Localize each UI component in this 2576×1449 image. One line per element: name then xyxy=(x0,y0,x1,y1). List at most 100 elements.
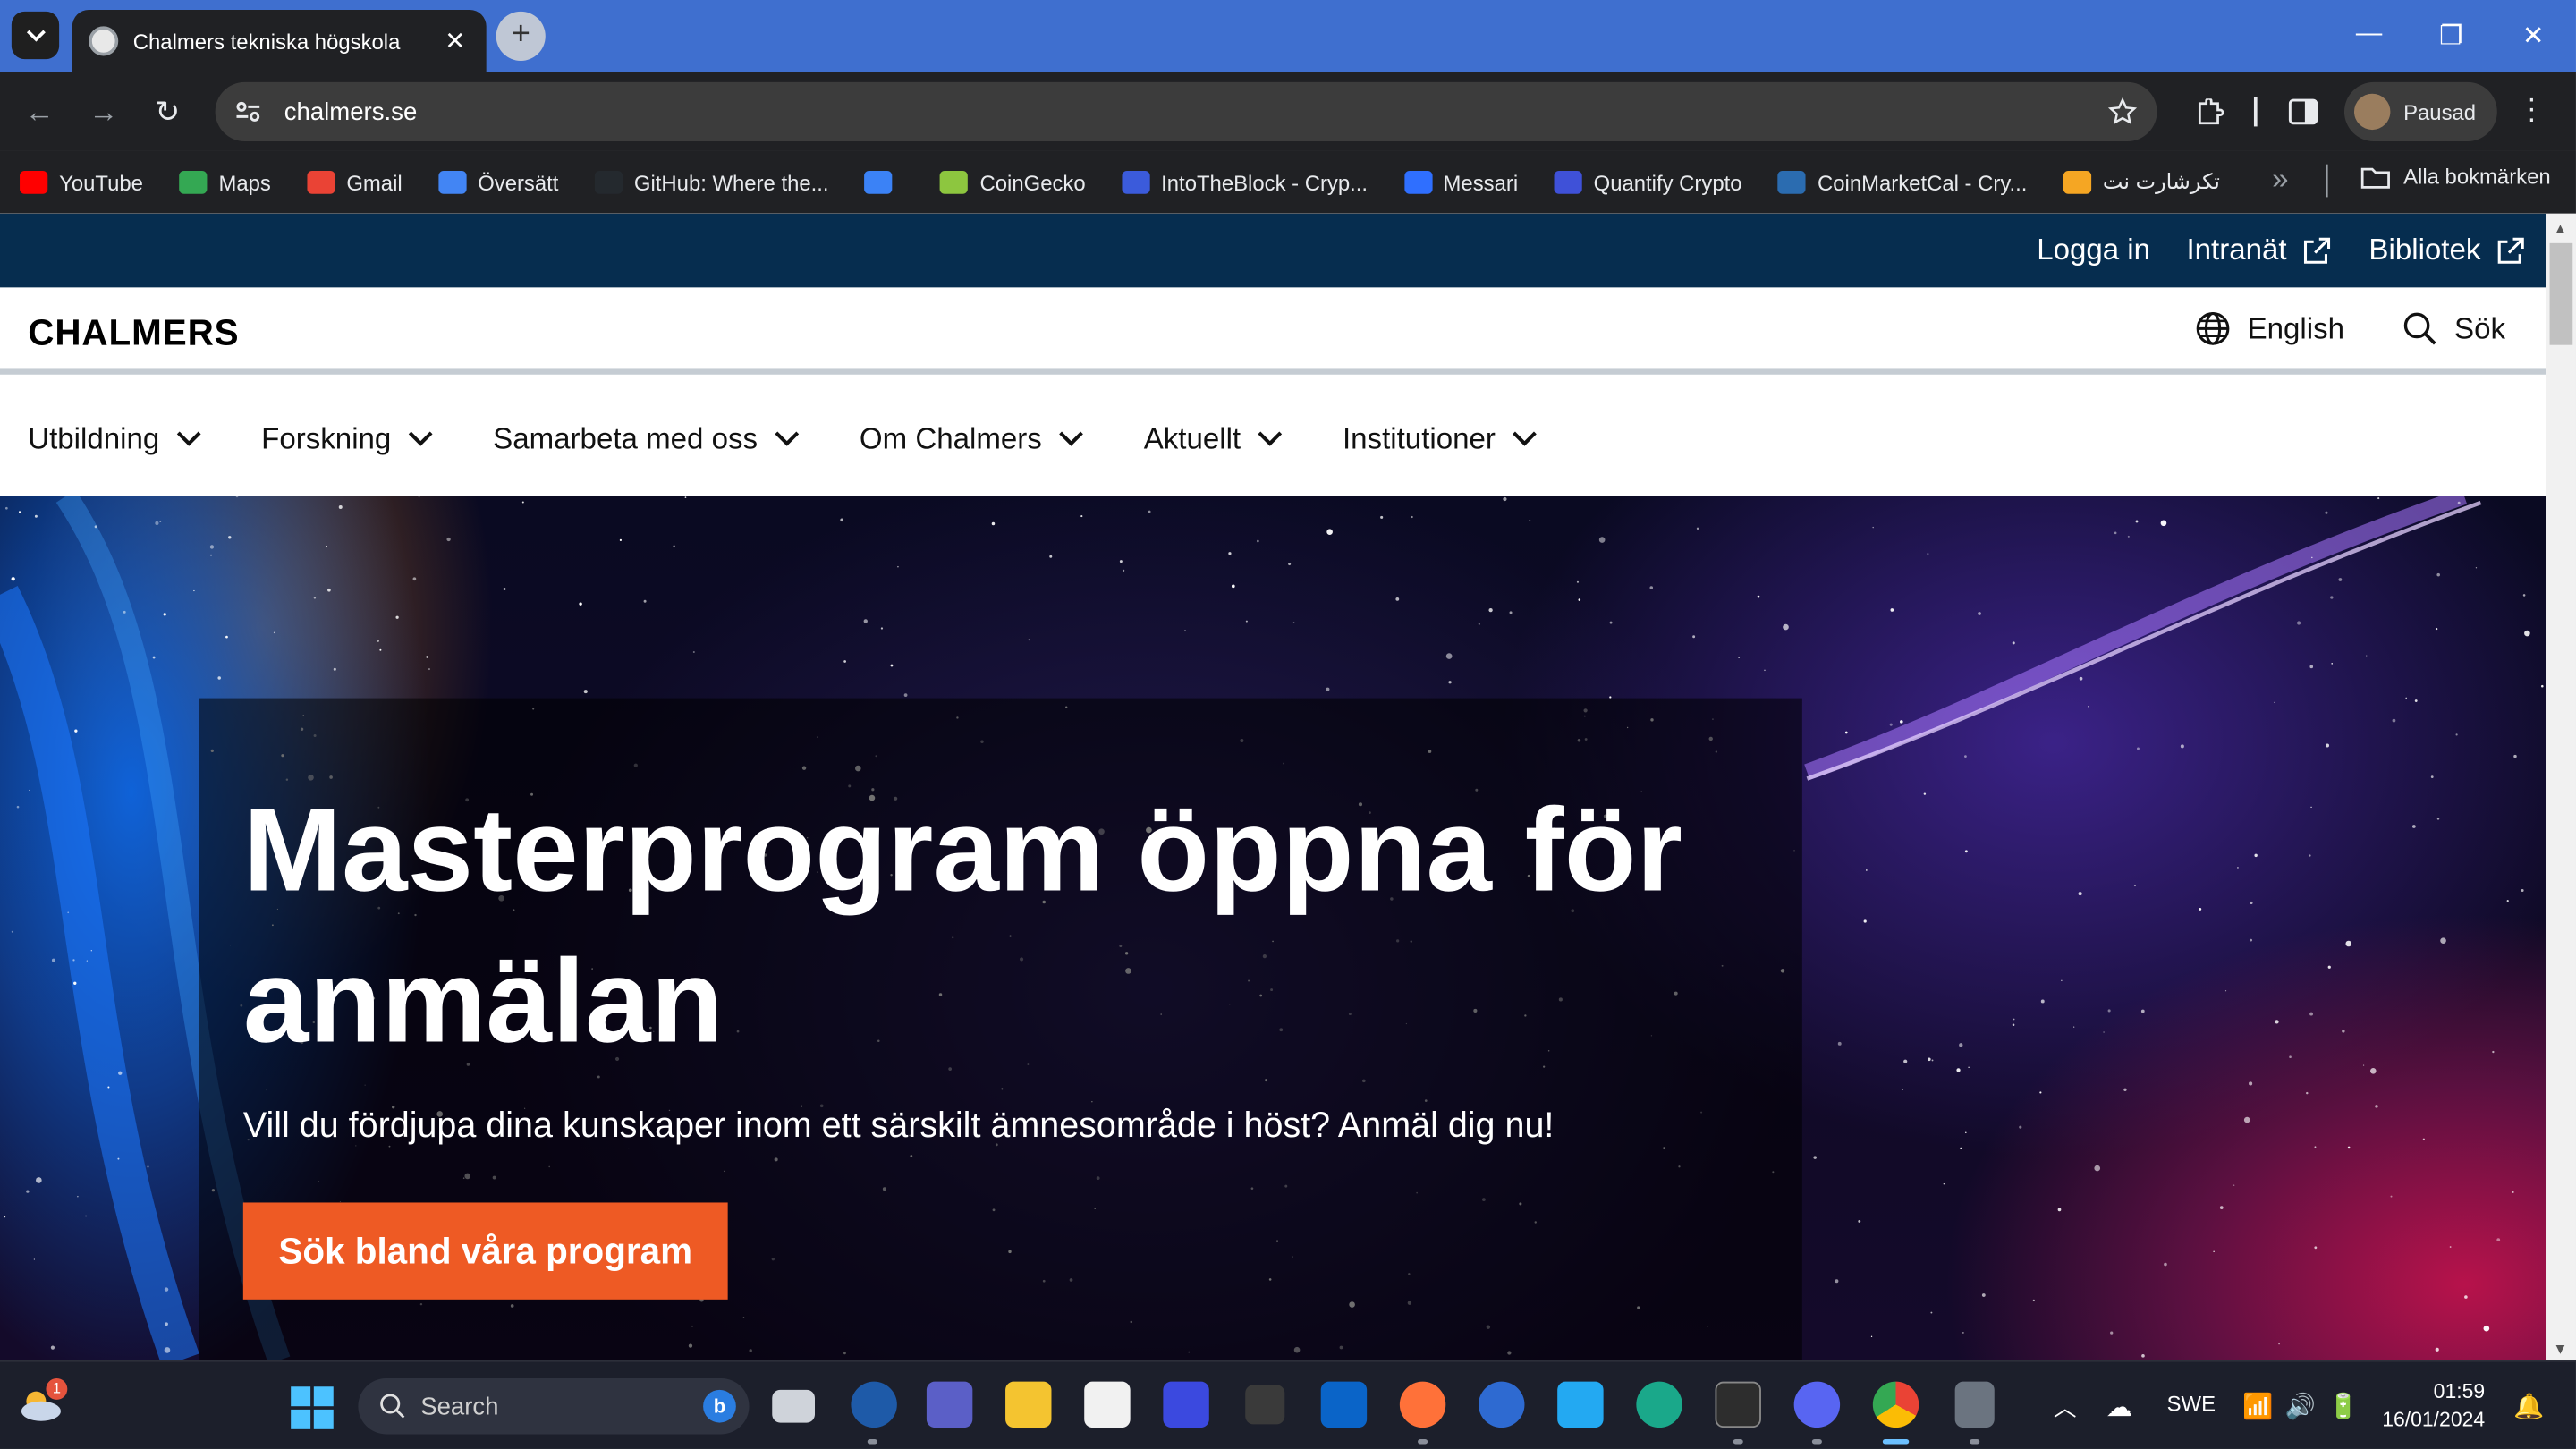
tab-strip: Chalmers tekniska högskola ✕ + — ❐ ✕ xyxy=(0,0,2576,72)
star xyxy=(583,690,588,694)
reload-icon[interactable]: ↻ xyxy=(149,96,185,131)
bookmark-item[interactable]: GitHub: Where the... xyxy=(594,170,829,195)
running-indicator xyxy=(1970,1438,1980,1445)
star xyxy=(1764,669,1766,672)
menu-item-label: Forskning xyxy=(261,421,392,454)
notification-bell-icon[interactable]: 🔔 xyxy=(2513,1392,2544,1421)
volume-icon[interactable]: 🔊 xyxy=(2285,1392,2316,1421)
menu-item[interactable]: Om Chalmers xyxy=(860,421,1085,456)
bookmark-label: GitHub: Where the... xyxy=(633,170,829,195)
menu-item[interactable]: Aktuellt xyxy=(1144,421,1284,456)
tab-search-button[interactable] xyxy=(11,11,60,60)
vscode-icon[interactable] xyxy=(1557,1381,1604,1428)
task-view-icon[interactable] xyxy=(772,1389,816,1423)
star xyxy=(2019,1125,2022,1129)
outlook-icon[interactable] xyxy=(1320,1381,1368,1428)
microsoft-store-icon[interactable] xyxy=(1084,1381,1131,1428)
tray-overflow-icon[interactable]: ︿ xyxy=(2054,1392,2077,1425)
bookmark-item[interactable]: Maps xyxy=(179,170,271,195)
search-programs-button[interactable]: Sök bland våra program xyxy=(242,1202,728,1300)
active-tab[interactable]: Chalmers tekniska högskola ✕ xyxy=(72,10,487,72)
firefox-icon[interactable] xyxy=(1399,1381,1446,1428)
bookmark-item[interactable]: CoinGecko xyxy=(940,170,1086,195)
calculator-icon[interactable] xyxy=(1954,1381,1995,1428)
star xyxy=(1870,1335,1873,1338)
menu-item[interactable]: Forskning xyxy=(261,421,434,456)
discord-icon[interactable] xyxy=(1793,1381,1841,1428)
extensions-icon[interactable] xyxy=(2195,98,2224,125)
bookmark-item[interactable]: Messari xyxy=(1403,170,1518,195)
menu-item[interactable]: Institutioner xyxy=(1343,421,1538,456)
intranet-link[interactable]: Intranät xyxy=(2186,233,2333,268)
teams-icon[interactable] xyxy=(926,1381,973,1428)
more-bookmarks-icon[interactable]: » xyxy=(2272,163,2288,198)
terminal-icon[interactable] xyxy=(1715,1381,1761,1428)
close-window-icon[interactable]: ✕ xyxy=(2517,20,2550,53)
profile-button[interactable]: Pausad xyxy=(2343,81,2497,141)
restore-icon[interactable]: ❐ xyxy=(2435,20,2468,53)
login-link[interactable]: Logga in xyxy=(2037,233,2150,268)
star xyxy=(2483,1325,2490,1332)
bookmark-item[interactable]: IntoTheBlock - Cryp... xyxy=(1122,170,1368,195)
linear-app-icon[interactable] xyxy=(1163,1381,1209,1428)
chalmers-app-icon[interactable] xyxy=(851,1381,897,1428)
forward-icon[interactable]: → xyxy=(86,96,122,131)
star xyxy=(1080,515,1083,518)
language-indicator[interactable]: SWE xyxy=(2167,1392,2216,1417)
thunderbird-icon[interactable] xyxy=(1479,1381,1525,1428)
scroll-up-icon[interactable]: ▲ xyxy=(2553,220,2567,236)
star xyxy=(2160,520,2167,527)
star xyxy=(235,496,239,498)
system-clock[interactable]: 01:59 16/01/2024 xyxy=(2382,1378,2485,1434)
edge-icon[interactable] xyxy=(1636,1381,1682,1428)
menu-item[interactable]: Utbildning xyxy=(28,421,202,456)
star xyxy=(897,565,899,568)
bookmark-item[interactable]: CoinMarketCal - Cry... xyxy=(1777,170,2027,195)
star xyxy=(1122,569,1125,572)
scrollbar-thumb[interactable] xyxy=(2549,242,2573,345)
file-explorer-icon[interactable] xyxy=(1005,1381,1052,1428)
url-text[interactable]: chalmers.se xyxy=(284,97,2108,125)
star xyxy=(165,1322,168,1326)
b-app-icon[interactable] xyxy=(1245,1385,1285,1425)
bookmark-item[interactable]: YouTube xyxy=(20,170,143,195)
star xyxy=(2392,718,2396,723)
star xyxy=(2274,701,2275,703)
new-tab-button[interactable]: + xyxy=(496,11,546,61)
address-bar[interactable]: chalmers.se xyxy=(215,81,2157,141)
windows-start-icon[interactable] xyxy=(291,1386,334,1429)
site-settings-icon[interactable] xyxy=(235,100,261,123)
minimize-icon[interactable]: — xyxy=(2352,20,2385,49)
star xyxy=(228,536,232,539)
star xyxy=(2250,901,2253,904)
bookmark-item[interactable]: Quantify Crypto xyxy=(1554,170,1742,195)
close-tab-icon[interactable]: ✕ xyxy=(440,26,470,55)
weather-widget[interactable]: 1 xyxy=(16,1377,68,1425)
scrollbar[interactable]: ▲ ▼ xyxy=(2546,213,2576,1360)
menu-kebab-icon[interactable]: · · · xyxy=(2527,84,2537,133)
back-icon[interactable]: ← xyxy=(21,96,57,131)
chrome-icon[interactable] xyxy=(1872,1381,1919,1428)
bookmark-item[interactable]: تكرشارت نت xyxy=(2063,169,2220,195)
onedrive-icon[interactable]: ☁ xyxy=(2106,1392,2132,1425)
menu-item[interactable]: Samarbeta med oss xyxy=(493,421,801,456)
bing-icon[interactable]: b xyxy=(703,1389,736,1423)
bookmark-label: Maps xyxy=(218,170,271,195)
wifi-icon[interactable]: 📶 xyxy=(2242,1392,2273,1421)
chalmers-logo[interactable]: CHALMERS xyxy=(28,312,239,355)
bookmark-item[interactable] xyxy=(864,171,904,194)
side-panel-icon[interactable] xyxy=(2288,98,2318,125)
language-switch[interactable]: English xyxy=(2195,310,2344,346)
scroll-down-icon[interactable]: ▼ xyxy=(2553,1341,2567,1357)
site-search-button[interactable]: Sök xyxy=(2402,310,2505,346)
battery-icon[interactable]: 🔋 xyxy=(2328,1392,2359,1421)
library-link[interactable]: Bibliotek xyxy=(2368,233,2526,268)
hero-subtitle: Vill du fördjupa dina kunskaper inom ett… xyxy=(242,1106,1555,1146)
taskbar-search[interactable]: Search b xyxy=(358,1377,750,1435)
star xyxy=(1148,510,1151,513)
all-bookmarks-button[interactable]: Alla bokmärken xyxy=(2360,165,2551,189)
star xyxy=(74,729,78,733)
star-bookmark-icon[interactable] xyxy=(2107,97,2138,126)
bookmark-item[interactable]: Översätt xyxy=(438,170,558,195)
bookmark-item[interactable]: Gmail xyxy=(307,170,402,195)
